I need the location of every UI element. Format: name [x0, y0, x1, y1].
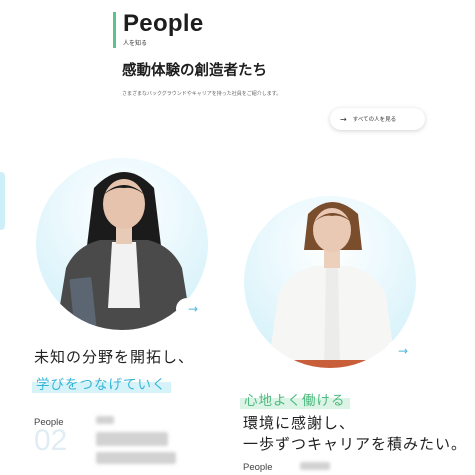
view-all-label: すべての人を見る	[352, 117, 397, 123]
card-1-name-blurred	[96, 416, 114, 424]
card-1-more-button[interactable]: →	[176, 298, 210, 320]
arrow-right-icon: →	[340, 114, 347, 124]
card-1-detail-blurred	[96, 452, 176, 464]
card-2-tagline-highlight: 心地よく働ける	[240, 388, 350, 410]
card-2-tagline-line3: 一歩ずつキャリアを積みたい。	[243, 435, 468, 453]
card-2-name-blurred	[300, 462, 330, 470]
view-all-people-button[interactable]: → すべての人を見る	[330, 108, 425, 130]
section-subtitle: 人を知る	[123, 40, 148, 47]
card-2-people-label: People	[243, 462, 273, 473]
card-1-tagline-highlight: 学びをつなげていく	[32, 372, 171, 394]
card-1-number: 02	[34, 424, 68, 457]
lead-text: さまざまなバックグラウンドやキャリアを持った社員をご紹介します。	[122, 91, 282, 97]
headline: 感動体験の創造者たち	[122, 63, 267, 79]
card-1-role-blurred	[96, 432, 168, 446]
card-1-tagline-line1: 未知の分野を開拓し、	[34, 348, 195, 366]
arrow-right-icon: →	[397, 344, 409, 358]
card-2-tagline-line2: 環境に感謝し、	[243, 414, 356, 432]
section-header: People 人を知る	[113, 12, 204, 48]
previous-card-peek	[0, 172, 5, 230]
section-title: People	[123, 10, 204, 37]
card-2-more-button[interactable]: →	[386, 340, 420, 362]
arrow-right-icon: →	[187, 302, 199, 316]
